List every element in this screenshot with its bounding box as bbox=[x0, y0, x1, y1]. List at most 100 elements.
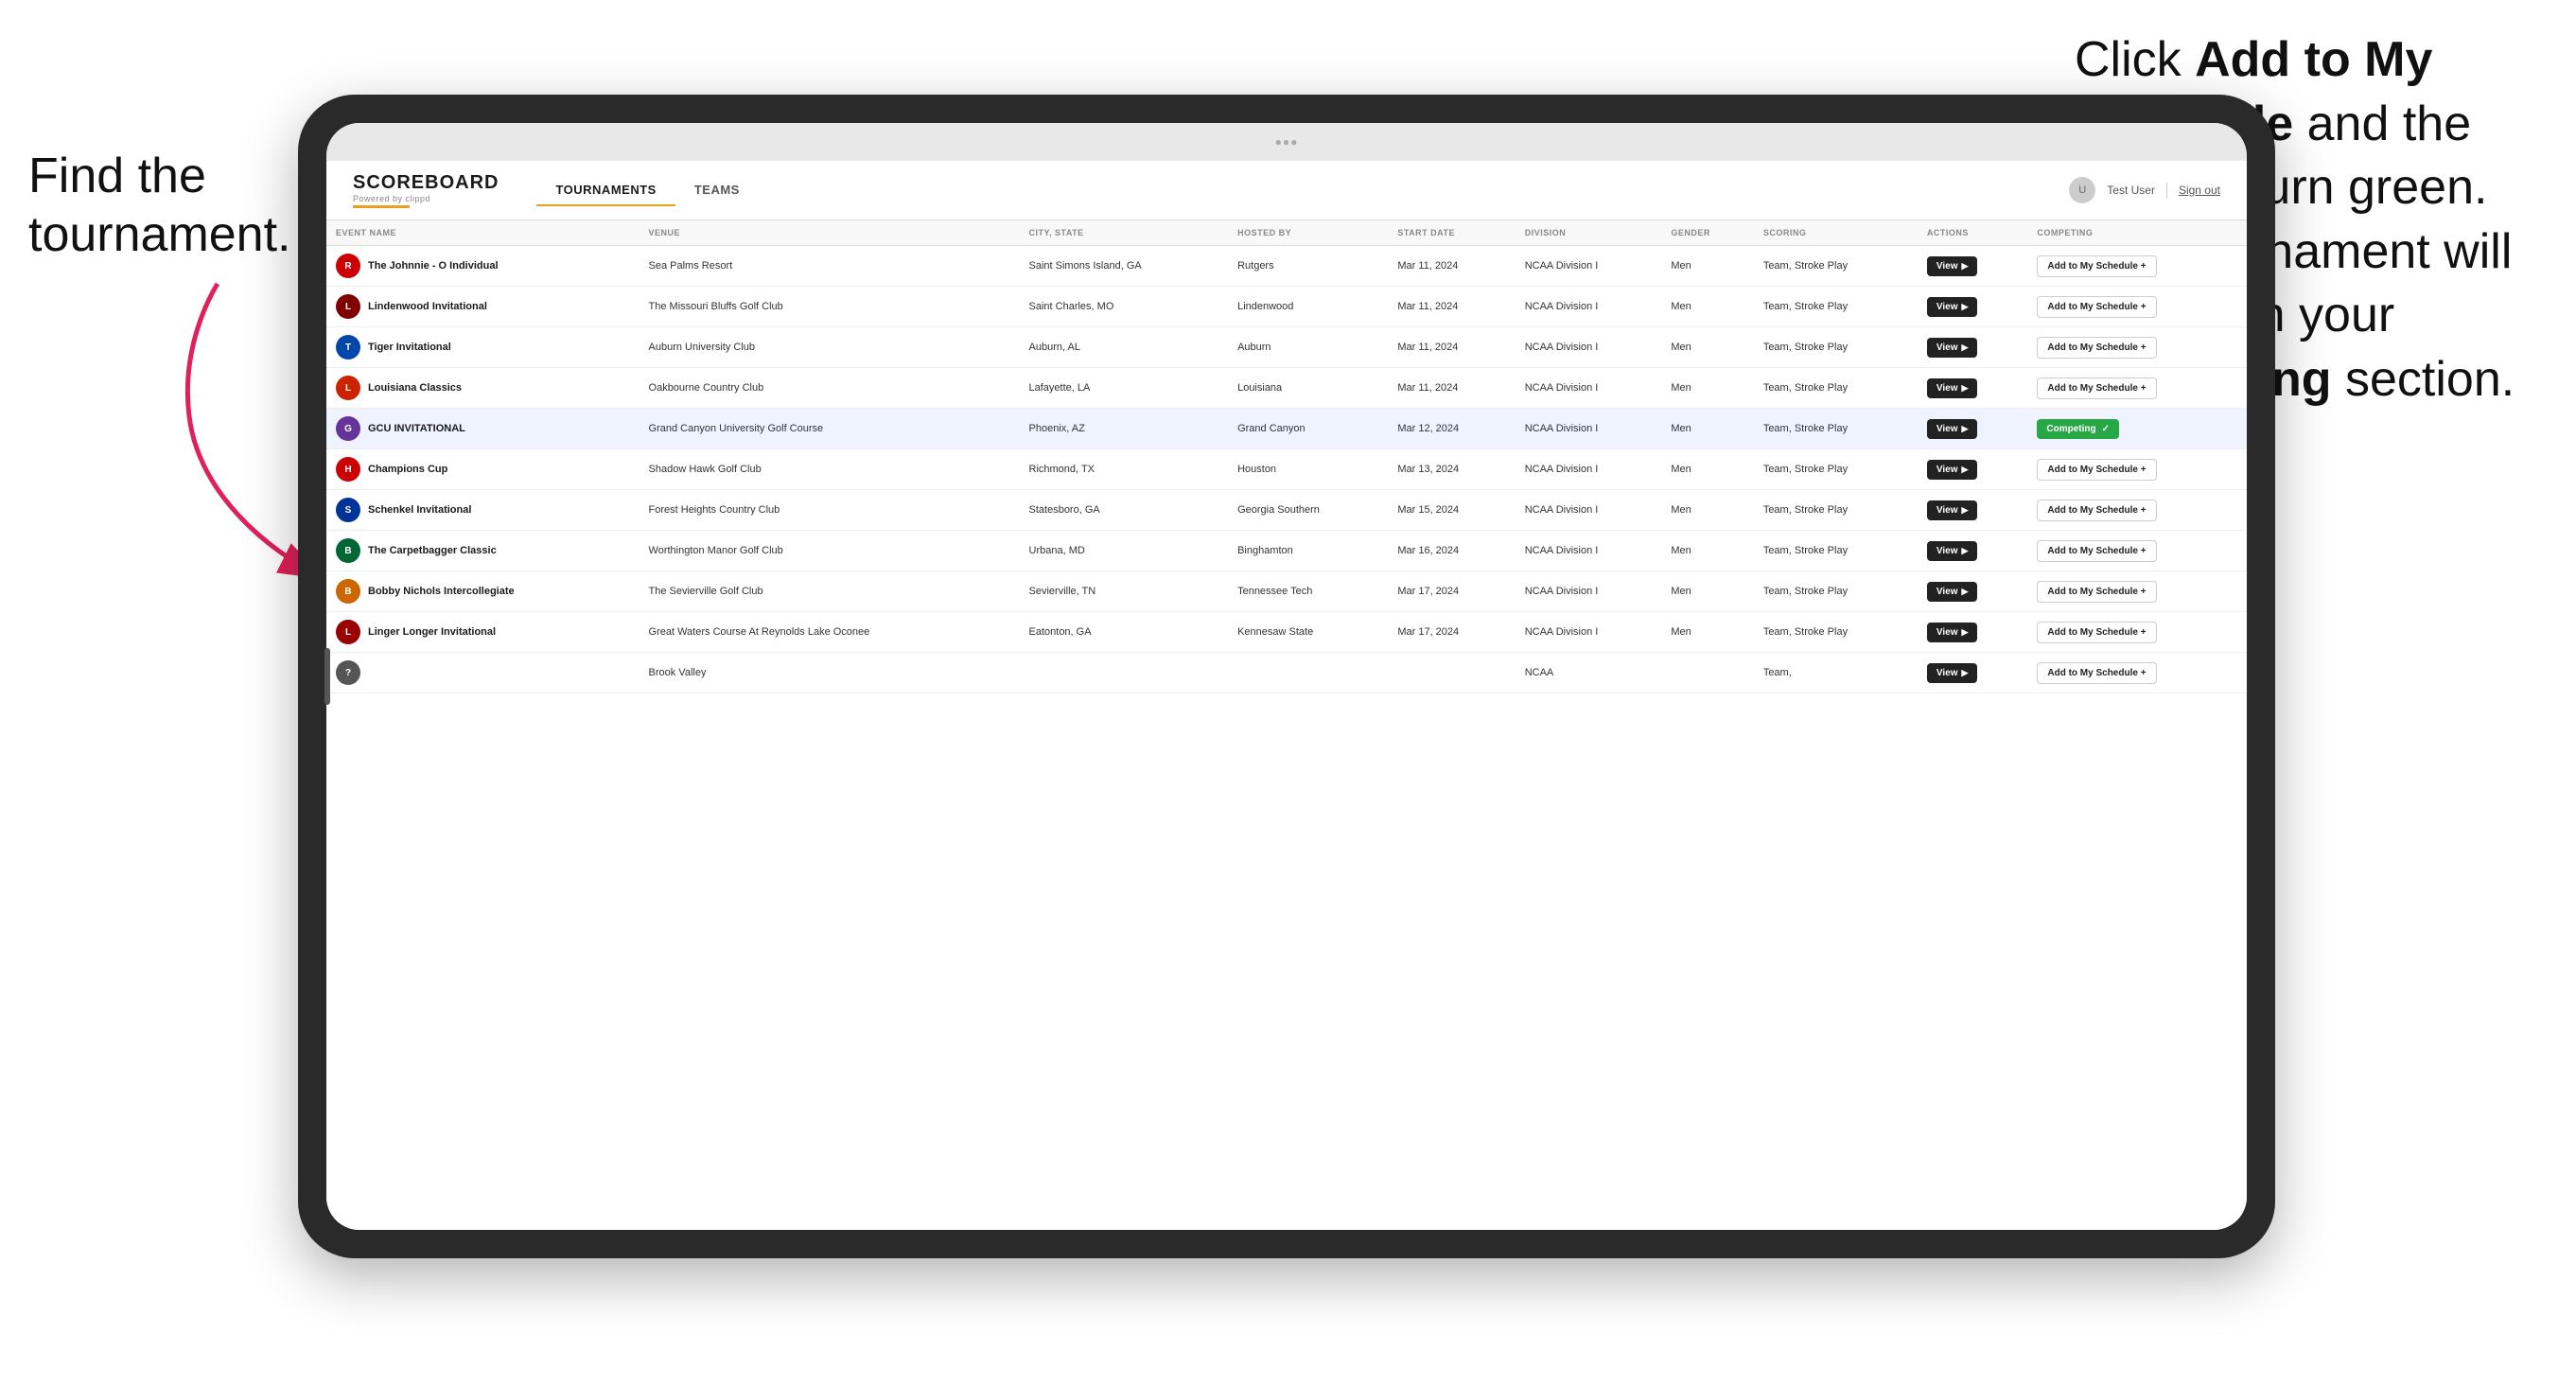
event-name-cell-6: S Schenkel Invitational bbox=[326, 490, 640, 531]
table-container: EVENT NAME VENUE CITY, STATE HOSTED BY S… bbox=[326, 220, 2247, 1230]
event-name-cell-10: ? bbox=[326, 653, 640, 693]
view-button-1[interactable]: View ▶ bbox=[1927, 297, 1978, 317]
logo-text: SCOREBOARD bbox=[353, 172, 499, 194]
scoring-cell-6: Team, Stroke Play bbox=[1754, 490, 1918, 531]
team-logo-6: S bbox=[336, 498, 360, 522]
view-button-0[interactable]: View ▶ bbox=[1927, 256, 1978, 276]
team-logo-5: H bbox=[336, 457, 360, 482]
city-state-cell-1: Saint Charles, MO bbox=[1020, 287, 1229, 327]
add-to-schedule-button-10[interactable]: Add to My Schedule + bbox=[2037, 662, 2156, 684]
event-name-cell-3: LLouisiana Classics bbox=[326, 368, 640, 409]
actions-cell-1: View ▶ bbox=[1918, 287, 2027, 327]
gender-cell-10 bbox=[1661, 653, 1753, 693]
add-to-schedule-button-2[interactable]: Add to My Schedule + bbox=[2037, 337, 2156, 359]
table-row: LLindenwood InvitationalThe Missouri Blu… bbox=[326, 287, 2247, 327]
venue-cell-2: Auburn University Club bbox=[640, 327, 1020, 368]
hosted-by-cell-6: Georgia Southern bbox=[1228, 490, 1388, 531]
event-name-text-6: Schenkel Invitational bbox=[368, 504, 471, 516]
start-date-cell-4: Mar 12, 2024 bbox=[1388, 409, 1515, 449]
view-button-2[interactable]: View ▶ bbox=[1927, 338, 1978, 358]
view-button-3[interactable]: View ▶ bbox=[1927, 378, 1978, 398]
event-name-cell-9: LLinger Longer Invitational bbox=[326, 612, 640, 653]
nav-user-label: Test User bbox=[2107, 184, 2155, 197]
annotation-left-line1: Find the bbox=[28, 147, 291, 205]
division-cell-1: NCAA Division I bbox=[1516, 287, 1662, 327]
actions-cell-6: View ▶ bbox=[1918, 490, 2027, 531]
event-name-text-4: GCU INVITATIONAL bbox=[368, 423, 465, 434]
gender-cell-0: Men bbox=[1661, 246, 1753, 287]
scoring-cell-2: Team, Stroke Play bbox=[1754, 327, 1918, 368]
event-name-cell-5: HChampions Cup bbox=[326, 449, 640, 490]
add-to-schedule-button-0[interactable]: Add to My Schedule + bbox=[2037, 255, 2156, 277]
city-state-cell-4: Phoenix, AZ bbox=[1020, 409, 1229, 449]
venue-cell-8: The Sevierville Golf Club bbox=[640, 571, 1020, 612]
hosted-by-cell-9: Kennesaw State bbox=[1228, 612, 1388, 653]
actions-cell-3: View ▶ bbox=[1918, 368, 2027, 409]
view-button-8[interactable]: View ▶ bbox=[1927, 582, 1978, 602]
view-button-4[interactable]: View ▶ bbox=[1927, 419, 1978, 439]
start-date-cell-5: Mar 13, 2024 bbox=[1388, 449, 1515, 490]
user-avatar: U bbox=[2069, 177, 2095, 203]
tablet-frame: ●●● SCOREBOARD Powered by clippd TOURNAM… bbox=[298, 95, 2275, 1258]
division-cell-8: NCAA Division I bbox=[1516, 571, 1662, 612]
add-to-schedule-button-5[interactable]: Add to My Schedule + bbox=[2037, 459, 2156, 481]
event-name-text-9: Linger Longer Invitational bbox=[368, 626, 496, 638]
view-button-5[interactable]: View ▶ bbox=[1927, 460, 1978, 480]
hosted-by-cell-3: Louisiana bbox=[1228, 368, 1388, 409]
start-date-cell-8: Mar 17, 2024 bbox=[1388, 571, 1515, 612]
scoring-cell-7: Team, Stroke Play bbox=[1754, 531, 1918, 571]
city-state-cell-3: Lafayette, LA bbox=[1020, 368, 1229, 409]
tab-tournaments[interactable]: TOURNAMENTS bbox=[536, 175, 675, 206]
col-city-state: CITY, STATE bbox=[1020, 220, 1229, 246]
table-row: LLinger Longer InvitationalGreat Waters … bbox=[326, 612, 2247, 653]
add-to-schedule-button-7[interactable]: Add to My Schedule + bbox=[2037, 540, 2156, 562]
city-state-cell-2: Auburn, AL bbox=[1020, 327, 1229, 368]
add-to-schedule-button-3[interactable]: Add to My Schedule + bbox=[2037, 377, 2156, 399]
add-to-schedule-button-6[interactable]: Add to My Schedule + bbox=[2037, 500, 2156, 521]
event-name-text-7: The Carpetbagger Classic bbox=[368, 545, 497, 556]
add-to-schedule-button-1[interactable]: Add to My Schedule + bbox=[2037, 296, 2156, 318]
hosted-by-cell-7: Binghamton bbox=[1228, 531, 1388, 571]
scoring-cell-8: Team, Stroke Play bbox=[1754, 571, 1918, 612]
city-state-cell-0: Saint Simons Island, GA bbox=[1020, 246, 1229, 287]
venue-cell-6: Forest Heights Country Club bbox=[640, 490, 1020, 531]
competing-cell-4: Competing ✓ bbox=[2027, 409, 2247, 449]
gender-cell-1: Men bbox=[1661, 287, 1753, 327]
view-button-6[interactable]: View ▶ bbox=[1927, 500, 1978, 520]
table-row: HChampions CupShadow Hawk Golf ClubRichm… bbox=[326, 449, 2247, 490]
division-cell-0: NCAA Division I bbox=[1516, 246, 1662, 287]
scoring-cell-5: Team, Stroke Play bbox=[1754, 449, 1918, 490]
add-to-schedule-button-8[interactable]: Add to My Schedule + bbox=[2037, 581, 2156, 603]
actions-cell-7: View ▶ bbox=[1918, 531, 2027, 571]
gender-cell-3: Men bbox=[1661, 368, 1753, 409]
competing-cell-7: Add to My Schedule + bbox=[2027, 531, 2247, 571]
signout-link[interactable]: Sign out bbox=[2179, 184, 2220, 197]
division-cell-9: NCAA Division I bbox=[1516, 612, 1662, 653]
division-cell-7: NCAA Division I bbox=[1516, 531, 1662, 571]
competing-cell-0: Add to My Schedule + bbox=[2027, 246, 2247, 287]
start-date-cell-9: Mar 17, 2024 bbox=[1388, 612, 1515, 653]
view-button-7[interactable]: View ▶ bbox=[1927, 541, 1978, 561]
start-date-cell-2: Mar 11, 2024 bbox=[1388, 327, 1515, 368]
team-logo-4: G bbox=[336, 416, 360, 441]
actions-cell-10: View ▶ bbox=[1918, 653, 2027, 693]
venue-cell-0: Sea Palms Resort bbox=[640, 246, 1020, 287]
col-actions: ACTIONS bbox=[1918, 220, 2027, 246]
hosted-by-cell-10 bbox=[1228, 653, 1388, 693]
gender-cell-4: Men bbox=[1661, 409, 1753, 449]
add-to-schedule-button-9[interactable]: Add to My Schedule + bbox=[2037, 622, 2156, 643]
col-start-date: START DATE bbox=[1388, 220, 1515, 246]
view-button-9[interactable]: View ▶ bbox=[1927, 623, 1978, 642]
city-state-cell-6: Statesboro, GA bbox=[1020, 490, 1229, 531]
division-cell-3: NCAA Division I bbox=[1516, 368, 1662, 409]
tab-teams[interactable]: TEAMS bbox=[675, 175, 759, 206]
division-cell-5: NCAA Division I bbox=[1516, 449, 1662, 490]
table-row: S Schenkel Invitational Forest Heights Cou… bbox=[326, 490, 2247, 531]
actions-cell-2: View ▶ bbox=[1918, 327, 2027, 368]
competing-button-4[interactable]: Competing ✓ bbox=[2037, 419, 2119, 439]
event-name-cell-4: G GCU INVITATIONAL bbox=[326, 409, 640, 449]
view-button-10[interactable]: View ▶ bbox=[1927, 663, 1978, 683]
gender-cell-6: Men bbox=[1661, 490, 1753, 531]
competing-cell-10: Add to My Schedule + bbox=[2027, 653, 2247, 693]
logo-sub: Powered by clippd bbox=[353, 194, 499, 203]
